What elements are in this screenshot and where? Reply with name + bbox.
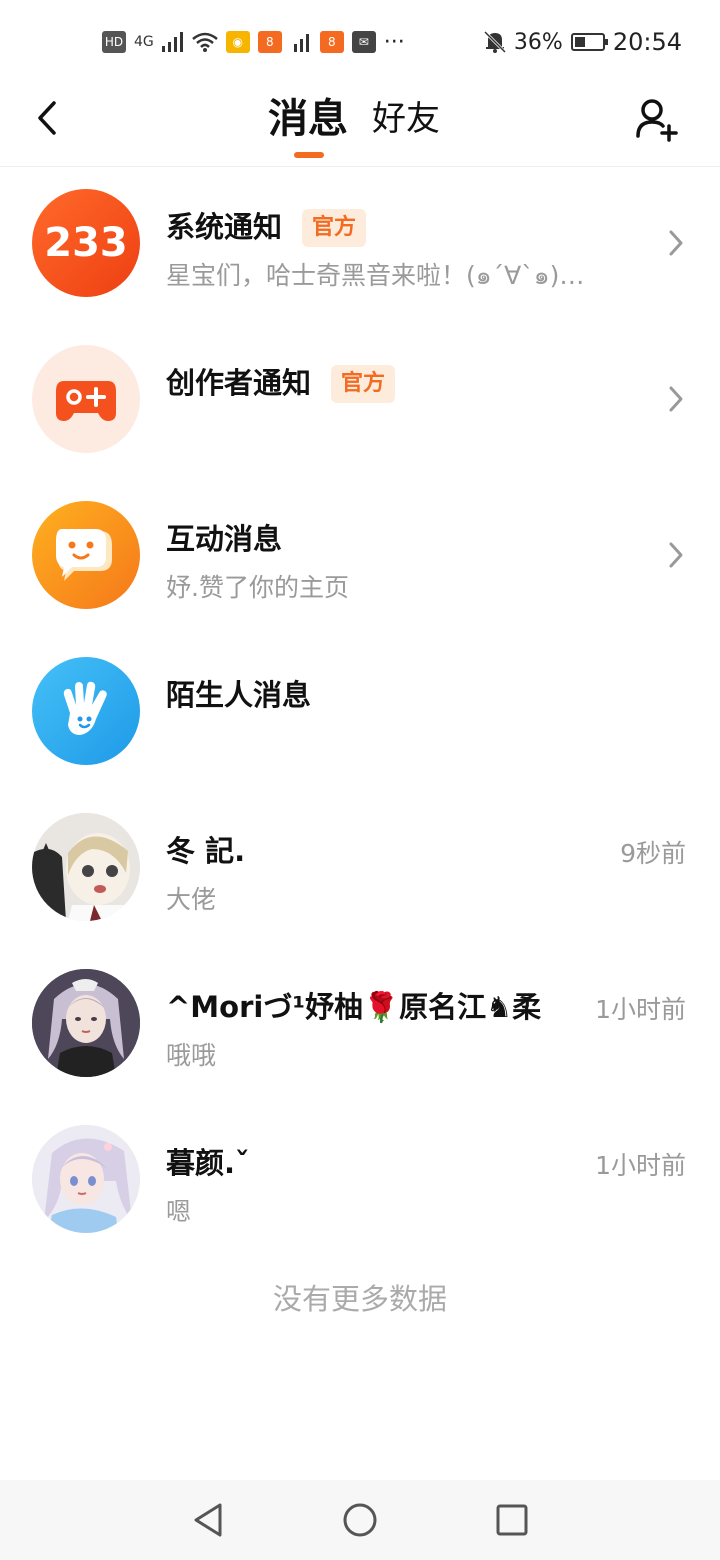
message-list: 233 系统通知 官方 星宝们，哈士奇黑音来啦！(๑´∀`๑)… 创作者通知 官方 — [0, 166, 720, 1258]
clock: 20:54 — [612, 28, 682, 56]
official-badge: 官方 — [302, 209, 367, 247]
add-user-icon — [636, 99, 678, 142]
stranger-avatar — [32, 657, 140, 765]
chevron-right-icon — [669, 230, 683, 256]
list-item-subtitle: 妤.赞了你的主页 — [166, 573, 349, 602]
tab-bar: 消息 好友 — [268, 94, 440, 158]
message-time: 1小时前 — [595, 1151, 686, 1180]
title-text: 系统通知 — [166, 210, 283, 244]
hand-wave-icon — [63, 681, 107, 735]
anime-avatar-icon — [32, 813, 140, 921]
avatar-233-logo: 233 — [44, 220, 128, 266]
app-icon: 8 — [257, 31, 282, 53]
list-item-title: 冬 記. — [166, 834, 246, 868]
hd-icon: HD — [102, 31, 126, 53]
list-item-chat[interactable]: ^Moriづ¹妤柚🌹原名江♞柔 哦哦 1小时前 — [0, 946, 720, 1102]
creator-notice-avatar — [32, 345, 140, 453]
official-badge: 官方 — [331, 365, 396, 403]
system-nav-bar — [0, 1480, 720, 1560]
signal-4g-icon: 4G — [134, 34, 154, 50]
recents-square-icon — [496, 1504, 528, 1536]
header: 消息 好友 — [0, 84, 720, 167]
list-item-subtitle: 大佬 — [166, 885, 217, 914]
anime-avatar-icon — [32, 1125, 140, 1233]
home-circle-icon — [343, 1503, 377, 1537]
interaction-avatar — [32, 501, 140, 609]
avatar — [32, 969, 140, 1077]
signal-icon — [293, 34, 309, 52]
list-item-system-notice[interactable]: 233 系统通知 官方 星宝们，哈士奇黑音来啦！(๑´∀`๑)… — [0, 166, 720, 322]
list-item-title: ^Moriづ¹妤柚🌹原名江♞柔 — [166, 990, 542, 1024]
tab-label: 消息 — [268, 96, 348, 142]
mail-icon: ✉ — [351, 31, 376, 53]
list-item-title: 系统通知 官方 — [166, 204, 367, 247]
list-item-chat[interactable]: 冬 記. 大佬 9秒前 — [0, 790, 720, 946]
back-button[interactable] — [32, 98, 62, 138]
chevron-left-icon — [38, 101, 56, 135]
status-bar: HD 4G ◉ 8 8 ✉ ··· 36% 20:54 — [0, 0, 720, 84]
weibo-icon: ◉ — [225, 31, 250, 53]
tab-messages[interactable]: 消息 — [268, 94, 348, 158]
list-item-title: 创作者通知 官方 — [166, 360, 396, 403]
tab-friends[interactable]: 好友 — [372, 94, 440, 144]
list-item-chat[interactable]: 暮颜.ˇ 嗯 1小时前 — [0, 1102, 720, 1258]
list-item-title: 暮颜.ˇ — [166, 1146, 250, 1180]
nav-home-button[interactable] — [337, 1497, 383, 1543]
message-time: 1小时前 — [595, 995, 686, 1024]
chevron-right-icon — [669, 542, 683, 568]
battery-percent: 36% — [513, 29, 563, 55]
status-right: 36% 20:54 — [483, 28, 682, 56]
list-item-title: 陌生人消息 — [166, 678, 312, 712]
add-friend-button[interactable] — [634, 96, 680, 142]
chevron-right-icon — [669, 386, 683, 412]
wifi-icon — [191, 32, 218, 52]
system-notice-avatar: 233 — [32, 189, 140, 297]
more-icon: ··· — [383, 29, 405, 55]
avatar — [32, 1125, 140, 1233]
title-text: 创作者通知 — [166, 366, 312, 400]
anime-avatar-icon — [32, 969, 140, 1077]
list-item-subtitle: 嗯 — [166, 1197, 192, 1226]
nav-recents-button[interactable] — [489, 1497, 535, 1543]
battery-icon — [570, 33, 608, 51]
list-item-interaction[interactable]: 互动消息 妤.赞了你的主页 — [0, 478, 720, 634]
bell-mute-icon — [483, 30, 506, 54]
no-more-data-text: 没有更多数据 — [272, 1282, 447, 1316]
app-icon: 8 — [319, 31, 344, 53]
signal-icon — [161, 32, 183, 52]
list-item-creator-notice[interactable]: 创作者通知 官方 — [0, 322, 720, 478]
tab-label: 好友 — [372, 99, 440, 139]
gamepad-icon — [56, 381, 116, 421]
back-triangle-icon — [194, 1503, 222, 1537]
nav-back-button[interactable] — [185, 1497, 231, 1543]
list-item-subtitle: 星宝们，哈士奇黑音来啦！(๑´∀`๑)… — [166, 261, 585, 290]
list-item-stranger[interactable]: 陌生人消息 — [0, 634, 720, 790]
chat-face-icon — [56, 529, 112, 581]
status-left-icons: HD 4G ◉ 8 8 ✉ ··· — [102, 30, 405, 55]
list-item-title: 互动消息 — [166, 522, 283, 556]
list-item-subtitle: 哦哦 — [166, 1041, 217, 1070]
message-time: 9秒前 — [620, 839, 686, 868]
tab-indicator — [294, 152, 324, 158]
avatar — [32, 813, 140, 921]
